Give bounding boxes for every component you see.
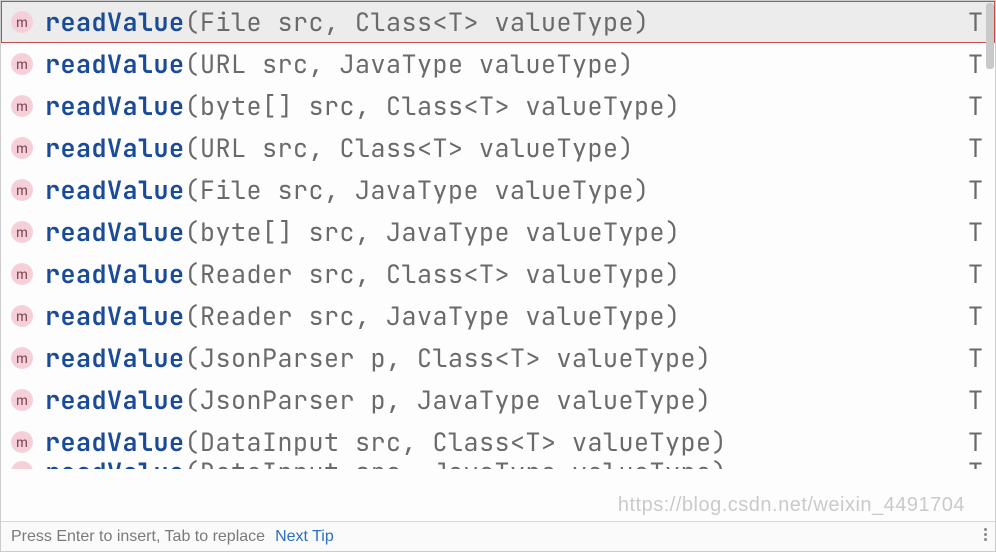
return-type: T: [960, 131, 989, 165]
footer-hint: Press Enter to insert, Tab to replace: [11, 528, 265, 546]
completion-signature: readValue(Reader src, JavaType valueType…: [45, 299, 960, 333]
method-icon: m: [11, 179, 33, 201]
next-tip-link[interactable]: Next Tip: [275, 528, 334, 546]
scrollbar-thumb[interactable]: [986, 3, 994, 69]
method-icon: m: [11, 305, 33, 327]
return-type: T: [960, 383, 989, 417]
return-type: T: [960, 173, 989, 207]
method-icon: m: [11, 347, 33, 369]
return-type: T: [960, 5, 989, 39]
code-completion-popup: m readValue(File src, Class<T> valueType)…: [1, 1, 995, 551]
completion-item[interactable]: m readValue(File src, Class<T> valueType)…: [1, 1, 995, 43]
method-icon: m: [11, 53, 33, 75]
completion-signature: readValue(byte[] src, JavaType valueType…: [45, 215, 960, 249]
completion-signature: readValue(URL src, JavaType valueType): [45, 47, 960, 81]
completion-item[interactable]: m readValue(Reader src, Class<T> valueTyp…: [1, 253, 995, 295]
return-type: T: [960, 299, 989, 333]
completion-signature: readValue(byte[] src, Class<T> valueType…: [45, 89, 960, 123]
completion-signature: readValue(DataInput src, JavaType valueT…: [45, 451, 960, 469]
completion-list[interactable]: m readValue(File src, Class<T> valueType)…: [1, 1, 995, 521]
method-icon: m: [11, 95, 33, 117]
return-type: T: [960, 451, 989, 469]
return-type: T: [960, 257, 989, 291]
completion-signature: readValue(JsonParser p, Class<T> valueTy…: [45, 341, 960, 375]
method-icon: m: [11, 431, 33, 453]
more-options-icon[interactable]: [984, 528, 987, 541]
return-type: T: [960, 89, 989, 123]
completion-footer: Press Enter to insert, Tab to replace Ne…: [1, 521, 995, 551]
completion-signature: readValue(URL src, Class<T> valueType): [45, 131, 960, 165]
completion-signature: readValue(Reader src, Class<T> valueType…: [45, 257, 960, 291]
completion-signature: readValue(File src, Class<T> valueType): [45, 5, 960, 39]
completion-item[interactable]: m readValue(byte[] src, Class<T> valueTyp…: [1, 85, 995, 127]
completion-item[interactable]: m readValue(Reader src, JavaType valueTyp…: [1, 295, 995, 337]
method-icon: m: [11, 221, 33, 243]
completion-item[interactable]: m readValue(JsonParser p, Class<T> valueT…: [1, 337, 995, 379]
method-icon: m: [11, 137, 33, 159]
completion-item[interactable]: m readValue(JsonParser p, JavaType valueT…: [1, 379, 995, 421]
return-type: T: [960, 341, 989, 375]
method-icon: m: [11, 461, 33, 469]
completion-item[interactable]: m readValue(URL src, JavaType valueType)T: [1, 43, 995, 85]
completion-signature: readValue(File src, JavaType valueType): [45, 173, 960, 207]
completion-item-partial[interactable]: m readValue(DataInput src, JavaType value…: [1, 451, 995, 469]
completion-item[interactable]: m readValue(byte[] src, JavaType valueTyp…: [1, 211, 995, 253]
return-type: T: [960, 215, 989, 249]
method-icon: m: [11, 389, 33, 411]
completion-item[interactable]: m readValue(File src, JavaType valueType)…: [1, 169, 995, 211]
return-type: T: [960, 47, 989, 81]
method-icon: m: [11, 11, 33, 33]
method-icon: m: [11, 263, 33, 285]
completion-signature: readValue(JsonParser p, JavaType valueTy…: [45, 383, 960, 417]
completion-item[interactable]: m readValue(URL src, Class<T> valueType)T: [1, 127, 995, 169]
